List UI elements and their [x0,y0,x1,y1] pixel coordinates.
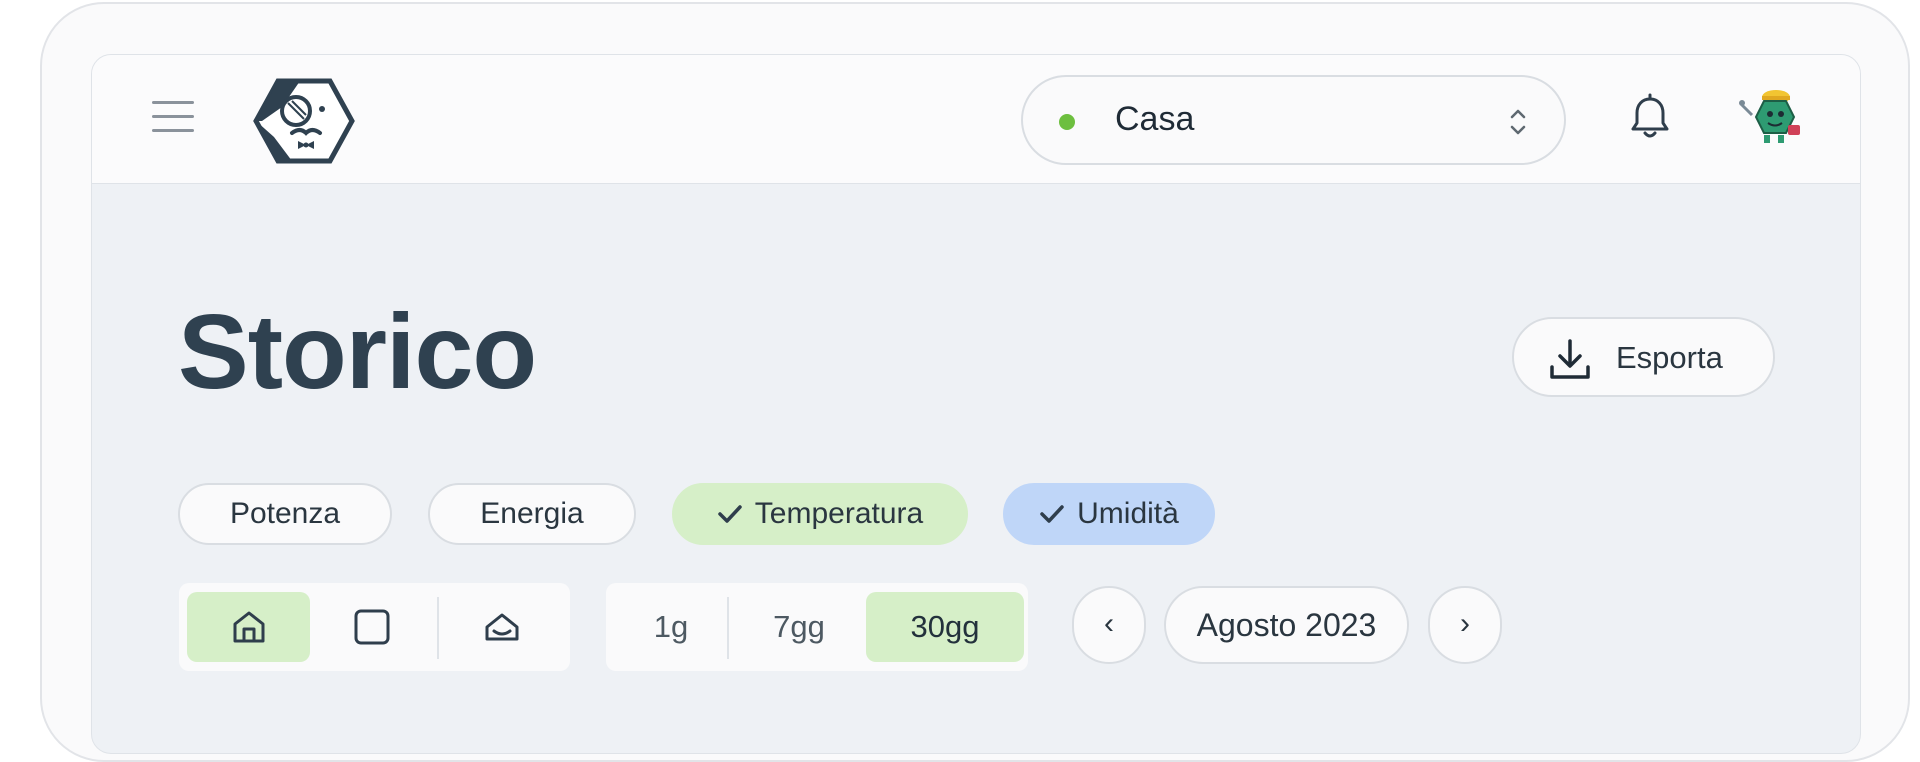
chip-energia[interactable]: Energia [428,483,636,545]
download-icon [1550,339,1590,379]
segment-divider [727,597,729,659]
range-7gg-option[interactable]: 7gg [731,592,867,662]
scope-home-option[interactable] [187,592,310,662]
home-selector-label: Casa [1115,100,1195,138]
home-icon [233,611,264,643]
next-month-button[interactable]: › [1428,586,1502,664]
chip-label: Temperatura [754,497,924,530]
online-status-dot [1059,114,1075,130]
bell-icon[interactable] [1628,93,1672,141]
range-30gg-option[interactable]: 30gg [866,592,1024,662]
range-segmented-control: 1g 7gg 30gg [606,583,1028,671]
export-button[interactable]: Esporta [1512,317,1775,397]
range-1g-option[interactable]: 1g [614,592,728,662]
scope-room-option[interactable] [312,592,432,662]
app-screen: Casa Storico Esporta Potenza Energia Tem… [91,54,1861,754]
user-avatar[interactable] [1734,87,1806,147]
chip-temperatura[interactable]: Temperatura [672,483,968,545]
app-logo[interactable] [252,77,356,165]
segment-divider [437,597,439,659]
hamburger-menu-icon[interactable] [152,101,194,135]
chip-label: Potenza [229,497,341,530]
home-selector[interactable]: Casa [1021,75,1566,165]
top-bar: Casa [92,55,1860,184]
square-icon [354,609,390,645]
export-button-label: Esporta [1616,340,1723,375]
month-label[interactable]: Agosto 2023 [1164,586,1409,664]
chevron-updown-icon [1510,109,1526,135]
previous-month-button[interactable]: ‹ [1072,586,1146,664]
check-icon [718,505,742,523]
chip-umidita[interactable]: Umidità [1003,483,1215,545]
scope-segmented-control [179,583,570,671]
page-title: Storico [178,293,537,411]
scope-outdoor-option[interactable] [441,592,563,662]
chip-label: Energia [480,497,584,530]
check-icon [1040,505,1064,523]
chip-label: Umidità [1077,497,1179,530]
outdoor-icon [485,613,519,641]
chip-potenza[interactable]: Potenza [178,483,392,545]
